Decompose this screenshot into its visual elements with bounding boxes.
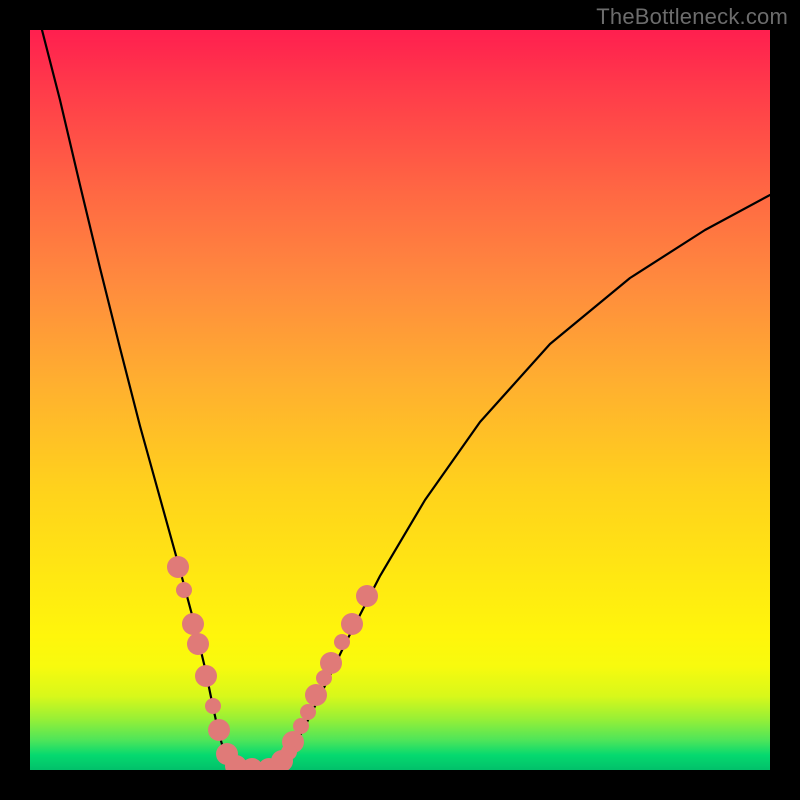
marker-dot [293,718,309,734]
marker-dot [205,698,221,714]
marker-dot [305,684,327,706]
curve-path [42,30,770,770]
marker-dot [281,744,297,760]
marker-dot [316,670,332,686]
marker-dot [356,585,378,607]
bottleneck-curve [42,30,770,770]
marker-dot [300,704,316,720]
chart-svg [30,30,770,770]
marker-dot [176,582,192,598]
marker-dot [341,613,363,635]
plot-area [30,30,770,770]
marker-dot [187,633,209,655]
marker-dots [167,556,378,770]
marker-dot [167,556,189,578]
marker-dot [195,665,217,687]
marker-dot [208,719,230,741]
watermark-text: TheBottleneck.com [596,4,788,30]
marker-dot [182,613,204,635]
marker-dot [334,634,350,650]
